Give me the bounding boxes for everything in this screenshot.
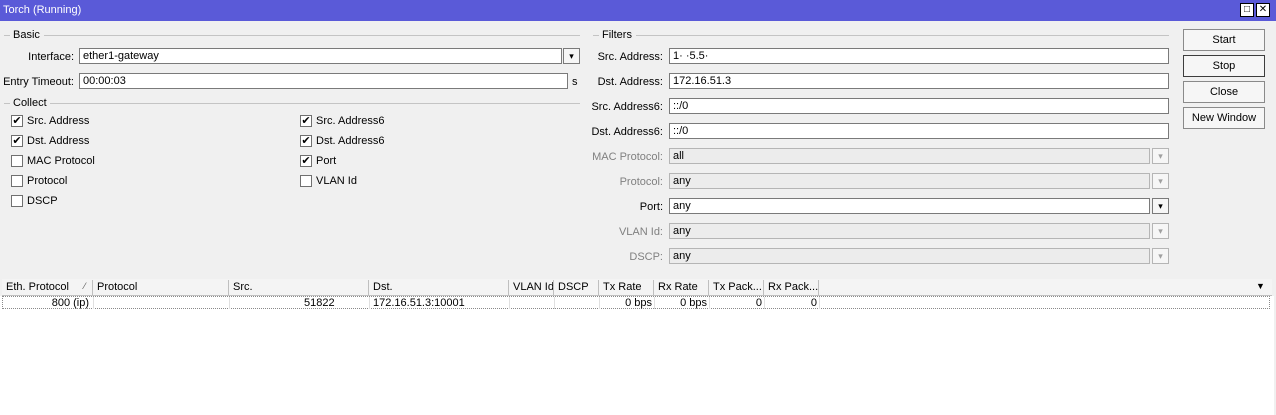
dst-address-filter-field[interactable]: 172.16.51.3 bbox=[669, 73, 1169, 89]
entry-timeout-field[interactable]: 00:00:03 bbox=[79, 73, 568, 89]
group-divider bbox=[4, 35, 10, 36]
dst-address-filter-label: Dst. Address: bbox=[597, 76, 663, 88]
dst-address6-filter-label: Dst. Address6: bbox=[591, 126, 663, 138]
src-address6-checkbox-label[interactable]: Src. Address6 bbox=[316, 115, 384, 127]
column-header-dscp[interactable]: DSCP bbox=[554, 280, 599, 295]
dscp-filter-label: DSCP: bbox=[629, 251, 663, 263]
window-title: Torch (Running) bbox=[3, 4, 82, 16]
cell-rx-rate: 0 bps bbox=[680, 297, 707, 309]
src-address-filter-field[interactable]: 1· ·5.5· bbox=[669, 48, 1169, 64]
vlan-id-checkbox-label[interactable]: VLAN Id bbox=[316, 175, 357, 187]
protocol-dropdown-icon: ▾ bbox=[1152, 173, 1169, 189]
cell-dst: 172.16.51.3:10001 bbox=[373, 297, 465, 309]
column-separator bbox=[819, 297, 820, 309]
interface-dropdown-icon[interactable]: ▾ bbox=[563, 48, 580, 64]
dst-address-checkbox[interactable]: ✔ bbox=[11, 135, 23, 147]
column-separator bbox=[229, 297, 230, 309]
column-header-tx-rate[interactable]: Tx Rate bbox=[599, 280, 654, 295]
start-button[interactable]: Start bbox=[1183, 29, 1265, 51]
dscp-checkbox[interactable] bbox=[11, 195, 23, 207]
cell-eth-protocol: 800 (ip) bbox=[51, 297, 89, 309]
cell-src: 51822 bbox=[304, 297, 335, 309]
mac-protocol-checkbox-label[interactable]: MAC Protocol bbox=[27, 155, 95, 167]
close-button[interactable]: Close bbox=[1183, 81, 1265, 103]
group-divider bbox=[4, 103, 10, 104]
mac-protocol-filter-field: all bbox=[669, 148, 1150, 164]
group-divider bbox=[44, 35, 580, 36]
dst-address6-checkbox-label[interactable]: Dst. Address6 bbox=[316, 135, 384, 147]
mac-protocol-dropdown-icon: ▾ bbox=[1152, 148, 1169, 164]
dscp-dropdown-icon: ▾ bbox=[1152, 248, 1169, 264]
mac-protocol-checkbox[interactable] bbox=[11, 155, 23, 167]
mac-protocol-filter-label: MAC Protocol: bbox=[592, 151, 663, 163]
entry-timeout-unit: s bbox=[572, 76, 578, 88]
new-window-button[interactable]: New Window bbox=[1183, 107, 1265, 129]
port-filter-field[interactable]: any bbox=[669, 198, 1150, 214]
protocol-filter-label: Protocol: bbox=[619, 176, 663, 188]
vlan-id-filter-field: any bbox=[669, 223, 1150, 239]
collect-group-label: Collect bbox=[13, 97, 47, 109]
sort-indicator-icon: ⁄ bbox=[84, 281, 86, 291]
close-window-icon[interactable]: ✕ bbox=[1256, 3, 1270, 17]
vlan-id-checkbox[interactable] bbox=[300, 175, 312, 187]
src-address6-filter-label: Src. Address6: bbox=[591, 101, 663, 113]
cell-protocol bbox=[97, 297, 225, 309]
stop-button[interactable]: Stop bbox=[1183, 55, 1265, 77]
interface-label: Interface: bbox=[28, 51, 74, 63]
group-divider bbox=[50, 103, 580, 104]
column-separator bbox=[554, 297, 555, 309]
dst-address-checkbox-label[interactable]: Dst. Address bbox=[27, 135, 89, 147]
column-header-rx-rate[interactable]: Rx Rate bbox=[654, 280, 709, 295]
dscp-checkbox-label[interactable]: DSCP bbox=[27, 195, 58, 207]
cell-tx-packets: 0 bbox=[755, 297, 762, 309]
column-header-rx-packets[interactable]: Rx Pack... bbox=[764, 280, 819, 295]
cell-dscp bbox=[558, 297, 595, 309]
port-filter-label: Port: bbox=[639, 201, 663, 213]
interface-field[interactable]: ether1-gateway bbox=[79, 48, 562, 64]
src-address-filter-label: Src. Address: bbox=[597, 51, 663, 63]
src-address-checkbox-label[interactable]: Src. Address bbox=[27, 115, 89, 127]
vlan-id-filter-label: VLAN Id: bbox=[618, 226, 663, 238]
port-checkbox-label[interactable]: Port bbox=[316, 155, 336, 167]
port-checkbox[interactable]: ✔ bbox=[300, 155, 312, 167]
maximize-icon[interactable]: □ bbox=[1240, 3, 1254, 17]
group-divider bbox=[593, 35, 599, 36]
column-header-dst[interactable]: Dst. bbox=[369, 280, 509, 295]
protocol-filter-field: any bbox=[669, 173, 1150, 189]
cell-tx-rate: 0 bps bbox=[625, 297, 652, 309]
cell-vlan-id bbox=[513, 297, 550, 309]
column-header-protocol[interactable]: Protocol bbox=[93, 280, 229, 295]
cell-rx-packets: 0 bbox=[810, 297, 817, 309]
entry-timeout-label: Entry Timeout: bbox=[3, 76, 74, 88]
column-header-eth-protocol[interactable]: Eth. Protocol bbox=[2, 280, 93, 295]
column-header-src[interactable]: Src. bbox=[229, 280, 369, 295]
src-address6-checkbox[interactable]: ✔ bbox=[300, 115, 312, 127]
window-titlebar[interactable] bbox=[0, 0, 1276, 21]
column-header-tx-packets[interactable]: Tx Pack... bbox=[709, 280, 764, 295]
dst-address6-filter-field[interactable]: ::/0 bbox=[669, 123, 1169, 139]
column-separator bbox=[509, 297, 510, 309]
column-menu-icon[interactable]: ▼ bbox=[1256, 281, 1265, 291]
dst-address6-checkbox[interactable]: ✔ bbox=[300, 135, 312, 147]
table-body bbox=[0, 296, 1274, 415]
protocol-checkbox[interactable] bbox=[11, 175, 23, 187]
src-address6-filter-field[interactable]: ::/0 bbox=[669, 98, 1169, 114]
column-separator bbox=[369, 297, 370, 309]
group-divider bbox=[636, 35, 1169, 36]
filters-group-label: Filters bbox=[602, 29, 632, 41]
column-separator bbox=[93, 297, 94, 309]
dscp-filter-field: any bbox=[669, 248, 1150, 264]
column-header-vlan-id[interactable]: VLAN Id bbox=[509, 280, 554, 295]
basic-group-label: Basic bbox=[13, 29, 40, 41]
port-dropdown-icon[interactable]: ▾ bbox=[1152, 198, 1169, 214]
src-address-checkbox[interactable]: ✔ bbox=[11, 115, 23, 127]
vlan-id-dropdown-icon: ▾ bbox=[1152, 223, 1169, 239]
protocol-checkbox-label[interactable]: Protocol bbox=[27, 175, 67, 187]
